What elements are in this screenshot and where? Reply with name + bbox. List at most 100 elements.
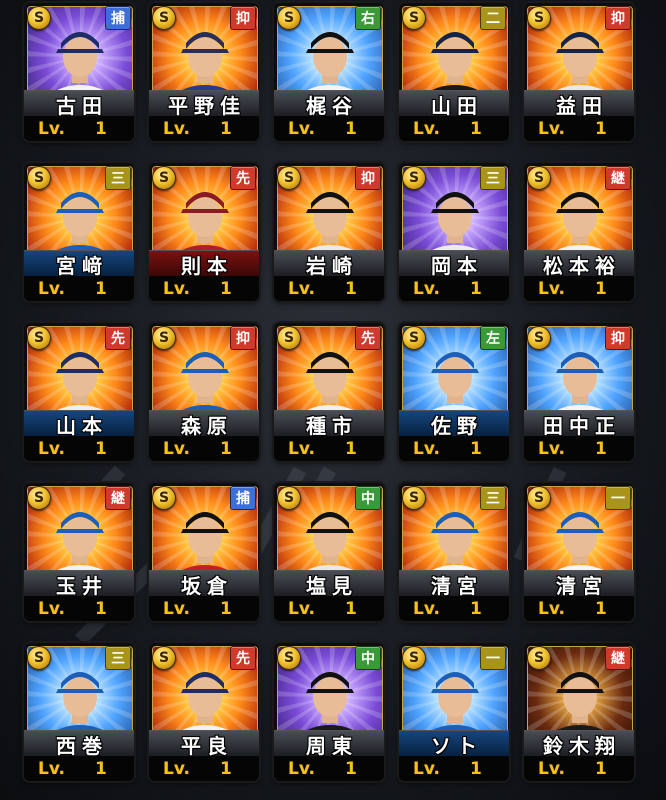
player-card-7[interactable]: S 先 則本 Lv. 1 [149,163,259,301]
level-label: Lv. [38,278,65,299]
position-badge: 継 [105,486,131,510]
name-plate: 梶谷 [274,90,384,118]
level-value: 1 [470,278,482,299]
rarity-s-icon: S [277,646,301,670]
card-grid: S 捕 古田 Lv. 1 S 抑 平野佳 Lv. 1 S 右 梶谷 Lv. 1 … [0,0,666,800]
level-row: Lv. 1 [399,756,509,781]
name-plate: ソト [399,730,509,758]
rarity-s-icon: S [152,646,176,670]
name-plate: 鈴木翔 [524,730,634,758]
level-label: Lv. [538,438,565,459]
player-card-8[interactable]: S 抑 岩崎 Lv. 1 [274,163,384,301]
player-card-14[interactable]: S 左 佐野 Lv. 1 [399,323,509,461]
position-badge: 抑 [355,166,381,190]
player-card-18[interactable]: S 中 塩見 Lv. 1 [274,483,384,621]
level-value: 1 [595,278,607,299]
player-card-11[interactable]: S 先 山本 Lv. 1 [24,323,134,461]
level-label: Lv. [538,118,565,139]
player-name: 田中正 [543,413,621,438]
position-badge: 先 [105,326,131,350]
level-row: Lv. 1 [524,116,634,141]
level-row: Lv. 1 [24,116,134,141]
player-card-19[interactable]: S 三 清宮 Lv. 1 [399,483,509,621]
level-value: 1 [220,278,232,299]
level-value: 1 [220,598,232,619]
rarity-s-icon: S [152,6,176,30]
player-card-12[interactable]: S 抑 森原 Lv. 1 [149,323,259,461]
level-row: Lv. 1 [524,596,634,621]
rarity-s-icon: S [277,326,301,350]
level-row: Lv. 1 [149,276,259,301]
level-value: 1 [595,758,607,779]
player-card-13[interactable]: S 先 種市 Lv. 1 [274,323,384,461]
player-card-24[interactable]: S 一 ソト Lv. 1 [399,643,509,781]
player-card-23[interactable]: S 中 周東 Lv. 1 [274,643,384,781]
level-value: 1 [345,278,357,299]
player-card-21[interactable]: S 三 西巻 Lv. 1 [24,643,134,781]
level-label: Lv. [538,758,565,779]
name-plate: 田中正 [524,410,634,438]
level-row: Lv. 1 [524,276,634,301]
level-label: Lv. [538,598,565,619]
player-card-20[interactable]: S 一 清宮 Lv. 1 [524,483,634,621]
level-value: 1 [345,118,357,139]
name-plate: 玉井 [24,570,134,598]
position-badge: 抑 [605,326,631,350]
player-name: 佐野 [431,413,483,438]
name-plate: 松本裕 [524,250,634,278]
level-label: Lv. [538,278,565,299]
rarity-s-icon: S [402,646,426,670]
position-badge: 中 [355,646,381,670]
player-card-9[interactable]: S 三 岡本 Lv. 1 [399,163,509,301]
rarity-s-icon: S [527,166,551,190]
level-value: 1 [220,118,232,139]
name-plate: 岡本 [399,250,509,278]
player-card-15[interactable]: S 抑 田中正 Lv. 1 [524,323,634,461]
name-plate: 則本 [149,250,259,278]
level-value: 1 [95,118,107,139]
name-plate: 岩崎 [274,250,384,278]
level-label: Lv. [288,758,315,779]
name-plate: 種市 [274,410,384,438]
level-row: Lv. 1 [399,596,509,621]
player-card-5[interactable]: S 抑 益田 Lv. 1 [524,3,634,141]
position-badge: 継 [605,646,631,670]
level-value: 1 [595,438,607,459]
rarity-s-icon: S [27,326,51,350]
player-card-10[interactable]: S 継 松本裕 Lv. 1 [524,163,634,301]
name-plate: 平野佳 [149,90,259,118]
level-row: Lv. 1 [399,276,509,301]
player-name: 岡本 [431,253,483,278]
level-row: Lv. 1 [149,756,259,781]
player-card-4[interactable]: S 二 山田 Lv. 1 [399,3,509,141]
player-name: 山田 [431,93,483,118]
player-card-3[interactable]: S 右 梶谷 Lv. 1 [274,3,384,141]
player-card-16[interactable]: S 継 玉井 Lv. 1 [24,483,134,621]
rarity-s-icon: S [527,486,551,510]
level-value: 1 [95,758,107,779]
level-value: 1 [470,758,482,779]
level-row: Lv. 1 [24,596,134,621]
player-card-17[interactable]: S 捕 坂倉 Lv. 1 [149,483,259,621]
level-label: Lv. [288,278,315,299]
player-card-1[interactable]: S 捕 古田 Lv. 1 [24,3,134,141]
rarity-s-icon: S [277,486,301,510]
level-label: Lv. [38,438,65,459]
name-plate: 周東 [274,730,384,758]
rarity-s-icon: S [27,166,51,190]
player-card-25[interactable]: S 継 鈴木翔 Lv. 1 [524,643,634,781]
position-badge: 一 [605,486,631,510]
position-badge: 左 [480,326,506,350]
position-badge: 抑 [230,326,256,350]
level-label: Lv. [163,758,190,779]
name-plate: 塩見 [274,570,384,598]
player-name: 周東 [306,733,358,758]
player-card-6[interactable]: S 三 宮﨑 Lv. 1 [24,163,134,301]
player-card-2[interactable]: S 抑 平野佳 Lv. 1 [149,3,259,141]
player-name: 鈴木翔 [543,733,621,758]
player-card-22[interactable]: S 先 平良 Lv. 1 [149,643,259,781]
level-label: Lv. [413,438,440,459]
level-row: Lv. 1 [274,276,384,301]
level-row: Lv. 1 [399,436,509,461]
rarity-s-icon: S [277,6,301,30]
